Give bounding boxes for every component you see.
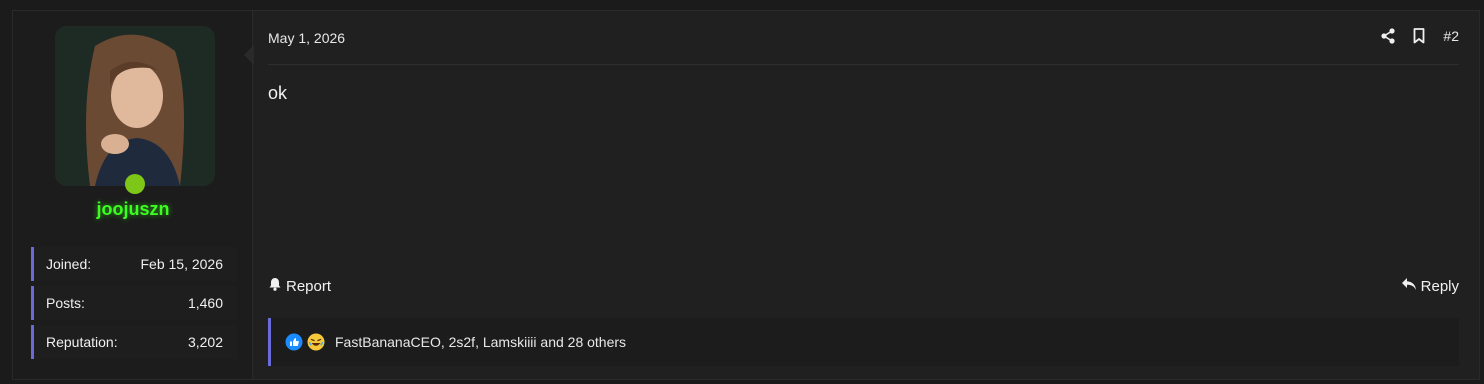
stat-posts: Posts: 1,460: [31, 286, 237, 320]
post-actions: Report Reply: [268, 275, 1459, 297]
stat-value: 3,202: [187, 334, 223, 350]
stat-label: Joined:: [46, 256, 92, 272]
report-label: Report: [286, 277, 332, 295]
online-status-dot: [125, 174, 145, 194]
stat-label: Reputation:: [46, 334, 118, 350]
stat-label: Posts:: [46, 295, 85, 311]
avatar[interactable]: [55, 26, 215, 186]
like-icon: [285, 333, 303, 351]
reactions-summary[interactable]: FastBananaCEO, 2s2f, Lamskiiii and 28 ot…: [335, 334, 626, 350]
reply-label: Reply: [1420, 277, 1459, 295]
post-header: May 1, 2026 #2: [268, 11, 1459, 65]
post-container: joojuszn Joined: Feb 15, 2026 Posts: 1,4…: [12, 10, 1480, 380]
avatar-image: [55, 26, 215, 186]
laugh-icon: [307, 333, 325, 351]
user-sidebar: joojuszn Joined: Feb 15, 2026 Posts: 1,4…: [13, 11, 253, 379]
report-button[interactable]: Report: [268, 277, 331, 295]
stat-reputation: Reputation: 3,202: [31, 325, 237, 359]
stat-value: 1,460: [187, 295, 223, 311]
stat-joined: Joined: Feb 15, 2026: [31, 247, 237, 281]
reply-button[interactable]: Reply: [1401, 277, 1459, 295]
reply-icon: [1401, 277, 1417, 295]
share-icon[interactable]: [1381, 28, 1396, 44]
stat-value: Feb 15, 2026: [140, 256, 223, 272]
avatar-wrapper: [55, 26, 215, 194]
post-main: May 1, 2026 #2 ok Report Reply FastBanan…: [268, 11, 1479, 379]
post-date[interactable]: May 1, 2026: [268, 30, 345, 46]
post-arrow: [244, 45, 254, 65]
bookmark-icon[interactable]: [1413, 28, 1425, 44]
user-stats: Joined: Feb 15, 2026 Posts: 1,460 Reputa…: [31, 247, 237, 364]
header-actions: #2: [1381, 28, 1459, 44]
post-number[interactable]: #2: [1443, 28, 1459, 44]
bell-icon: [268, 277, 282, 295]
reactions-bar[interactable]: FastBananaCEO, 2s2f, Lamskiiii and 28 ot…: [268, 318, 1459, 366]
post-message: ok: [268, 83, 288, 103]
username[interactable]: joojuszn: [13, 199, 253, 220]
